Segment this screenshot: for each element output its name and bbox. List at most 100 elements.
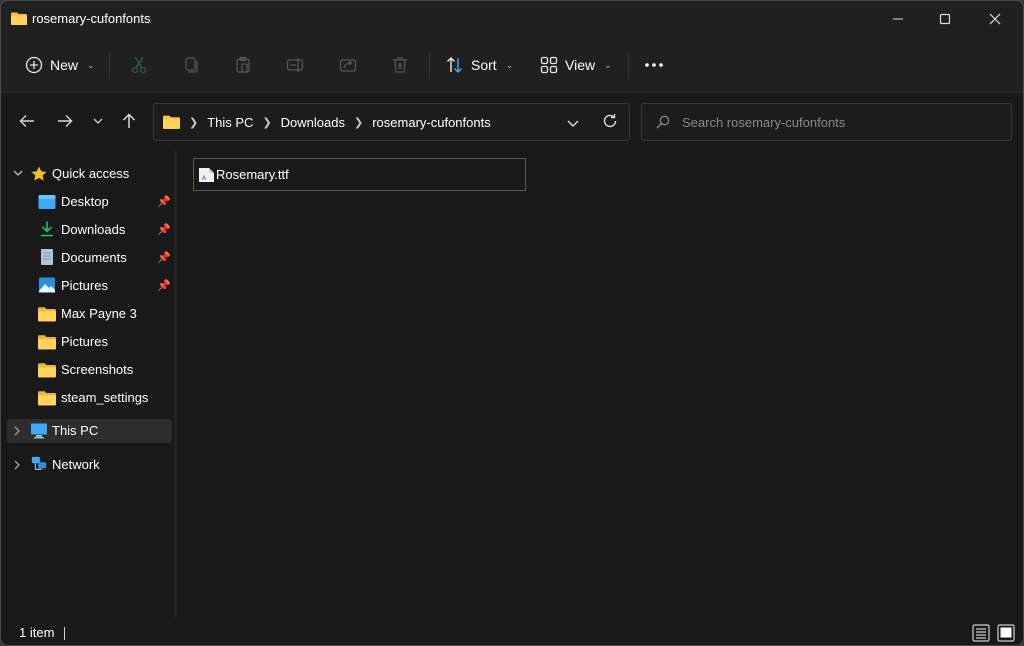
toolbar-divider [429, 51, 430, 79]
view-label: View [565, 57, 596, 73]
sidebar-item-quick-access[interactable]: Quick access [7, 162, 172, 186]
cut-button[interactable] [130, 49, 148, 81]
arrow-right-icon [58, 115, 73, 127]
file-item[interactable]: A Rosemary.ttf [193, 158, 526, 191]
maximize-icon [939, 13, 951, 25]
network-icon [31, 456, 47, 470]
sidebar-item-label: Pictures [61, 334, 108, 349]
search-icon [656, 115, 670, 129]
refresh-icon [603, 114, 617, 128]
see-more-button[interactable] [644, 49, 664, 81]
sidebar-item-label: Downloads [61, 222, 126, 237]
sidebar-item-max-payne-3[interactable]: Max Payne 3 [7, 302, 172, 326]
large-icons-view-button[interactable] [997, 624, 1015, 642]
search-input[interactable]: Search rosemary-cufonfonts [641, 103, 1012, 141]
forward-button[interactable] [52, 108, 78, 134]
sidebar-item-screenshots[interactable]: Screenshots [7, 358, 172, 382]
share-button[interactable] [339, 49, 357, 81]
copy-icon [185, 57, 198, 73]
details-view-icon [972, 624, 990, 642]
view-grid-icon [540, 56, 558, 74]
chevron-down-icon: ⌄ [87, 59, 95, 70]
share-icon [339, 59, 357, 72]
sort-icon [447, 57, 462, 73]
sidebar-item-label: Pictures [61, 278, 108, 293]
pin-icon[interactable]: 📌 [157, 223, 171, 236]
chevron-right-icon[interactable] [14, 460, 21, 470]
folder-icon [38, 335, 56, 350]
maximize-button[interactable] [920, 1, 970, 37]
command-bar: New ⌄ Sort ⌄ View ⌄ [1, 37, 1023, 93]
close-button[interactable] [970, 1, 1020, 37]
close-icon [989, 13, 1001, 25]
minimize-button[interactable] [873, 1, 923, 37]
sidebar-item-network[interactable]: Network [7, 453, 172, 477]
sidebar-item-this-pc[interactable]: This PC [7, 419, 172, 443]
sidebar-item-label: Max Payne 3 [61, 306, 137, 321]
sidebar-item-pictures-pinned[interactable]: Pictures 📌 [7, 274, 172, 298]
star-icon [31, 166, 47, 181]
paste-button[interactable] [234, 49, 252, 81]
sidebar-item-documents[interactable]: Documents 📌 [7, 246, 172, 270]
folder-icon [38, 391, 56, 406]
breadcrumb-separator-icon[interactable]: ❯ [354, 116, 363, 129]
up-button[interactable] [116, 108, 142, 134]
pin-icon[interactable]: 📌 [157, 251, 171, 264]
font-file-icon: A [199, 167, 214, 182]
copy-button[interactable] [182, 49, 200, 81]
sidebar-item-desktop[interactable]: Desktop 📌 [7, 190, 172, 214]
new-button[interactable]: New ⌄ [25, 49, 95, 81]
folder-icon [163, 115, 180, 129]
rename-icon [286, 58, 304, 72]
download-icon [41, 221, 53, 237]
back-button[interactable] [14, 108, 40, 134]
sidebar-item-downloads[interactable]: Downloads 📌 [7, 218, 172, 242]
breadcrumb-downloads[interactable]: Downloads [281, 115, 345, 130]
chevron-down-icon [567, 120, 579, 127]
folder-icon [38, 363, 56, 378]
clipboard-icon [236, 56, 250, 73]
recent-locations-button[interactable] [85, 108, 111, 134]
navigation-bar: ❯ This PC ❯ Downloads ❯ rosemary-cufonfo… [1, 94, 1023, 150]
chevron-down-icon [93, 118, 103, 124]
address-history-button[interactable] [567, 116, 579, 131]
delete-button[interactable] [391, 49, 409, 81]
title-bar[interactable]: rosemary-cufonfonts [1, 1, 1023, 37]
chevron-down-icon: ⌄ [505, 59, 514, 70]
arrow-up-icon [123, 113, 135, 128]
pin-icon[interactable]: 📌 [157, 279, 171, 292]
sidebar-item-steam-settings[interactable]: steam_settings [7, 386, 172, 410]
file-explorer-window: rosemary-cufonfonts New ⌄ Sort ⌄ View ⌄ … [0, 0, 1024, 646]
breadcrumb-separator-icon[interactable]: ❯ [262, 116, 271, 129]
breadcrumb-this-pc[interactable]: This PC [207, 115, 253, 130]
window-title: rosemary-cufonfonts [32, 11, 151, 26]
view-button[interactable]: View ⌄ [540, 49, 612, 81]
toolbar-divider [628, 51, 629, 79]
sort-button[interactable]: Sort ⌄ [446, 49, 513, 81]
toolbar-divider [109, 51, 110, 79]
desktop-icon [38, 195, 56, 209]
refresh-button[interactable] [602, 113, 618, 132]
sidebar-item-pictures-folder[interactable]: Pictures [7, 330, 172, 354]
file-name: Rosemary.ttf [216, 167, 289, 182]
sidebar-item-label: Desktop [61, 194, 109, 209]
rename-button[interactable] [286, 49, 304, 81]
scissors-icon [131, 56, 147, 74]
breadcrumb-separator-icon[interactable]: ❯ [189, 116, 198, 129]
pictures-icon [39, 277, 55, 293]
address-bar[interactable]: ❯ This PC ❯ Downloads ❯ rosemary-cufonfo… [153, 103, 630, 141]
details-view-button[interactable] [972, 624, 990, 642]
search-placeholder: Search rosemary-cufonfonts [682, 114, 846, 130]
sidebar-item-label: Documents [61, 250, 127, 265]
minimize-icon [893, 18, 903, 20]
chevron-right-icon[interactable] [14, 426, 21, 436]
chevron-down-icon[interactable] [13, 170, 23, 177]
new-label: New [50, 57, 79, 73]
pin-icon[interactable]: 📌 [157, 195, 171, 208]
status-divider [64, 627, 65, 640]
sidebar-item-label: This PC [52, 423, 99, 438]
plus-circle-icon [25, 56, 43, 74]
folder-icon [11, 12, 27, 25]
breadcrumb-current-folder[interactable]: rosemary-cufonfonts [372, 115, 491, 130]
trash-icon [393, 57, 407, 73]
